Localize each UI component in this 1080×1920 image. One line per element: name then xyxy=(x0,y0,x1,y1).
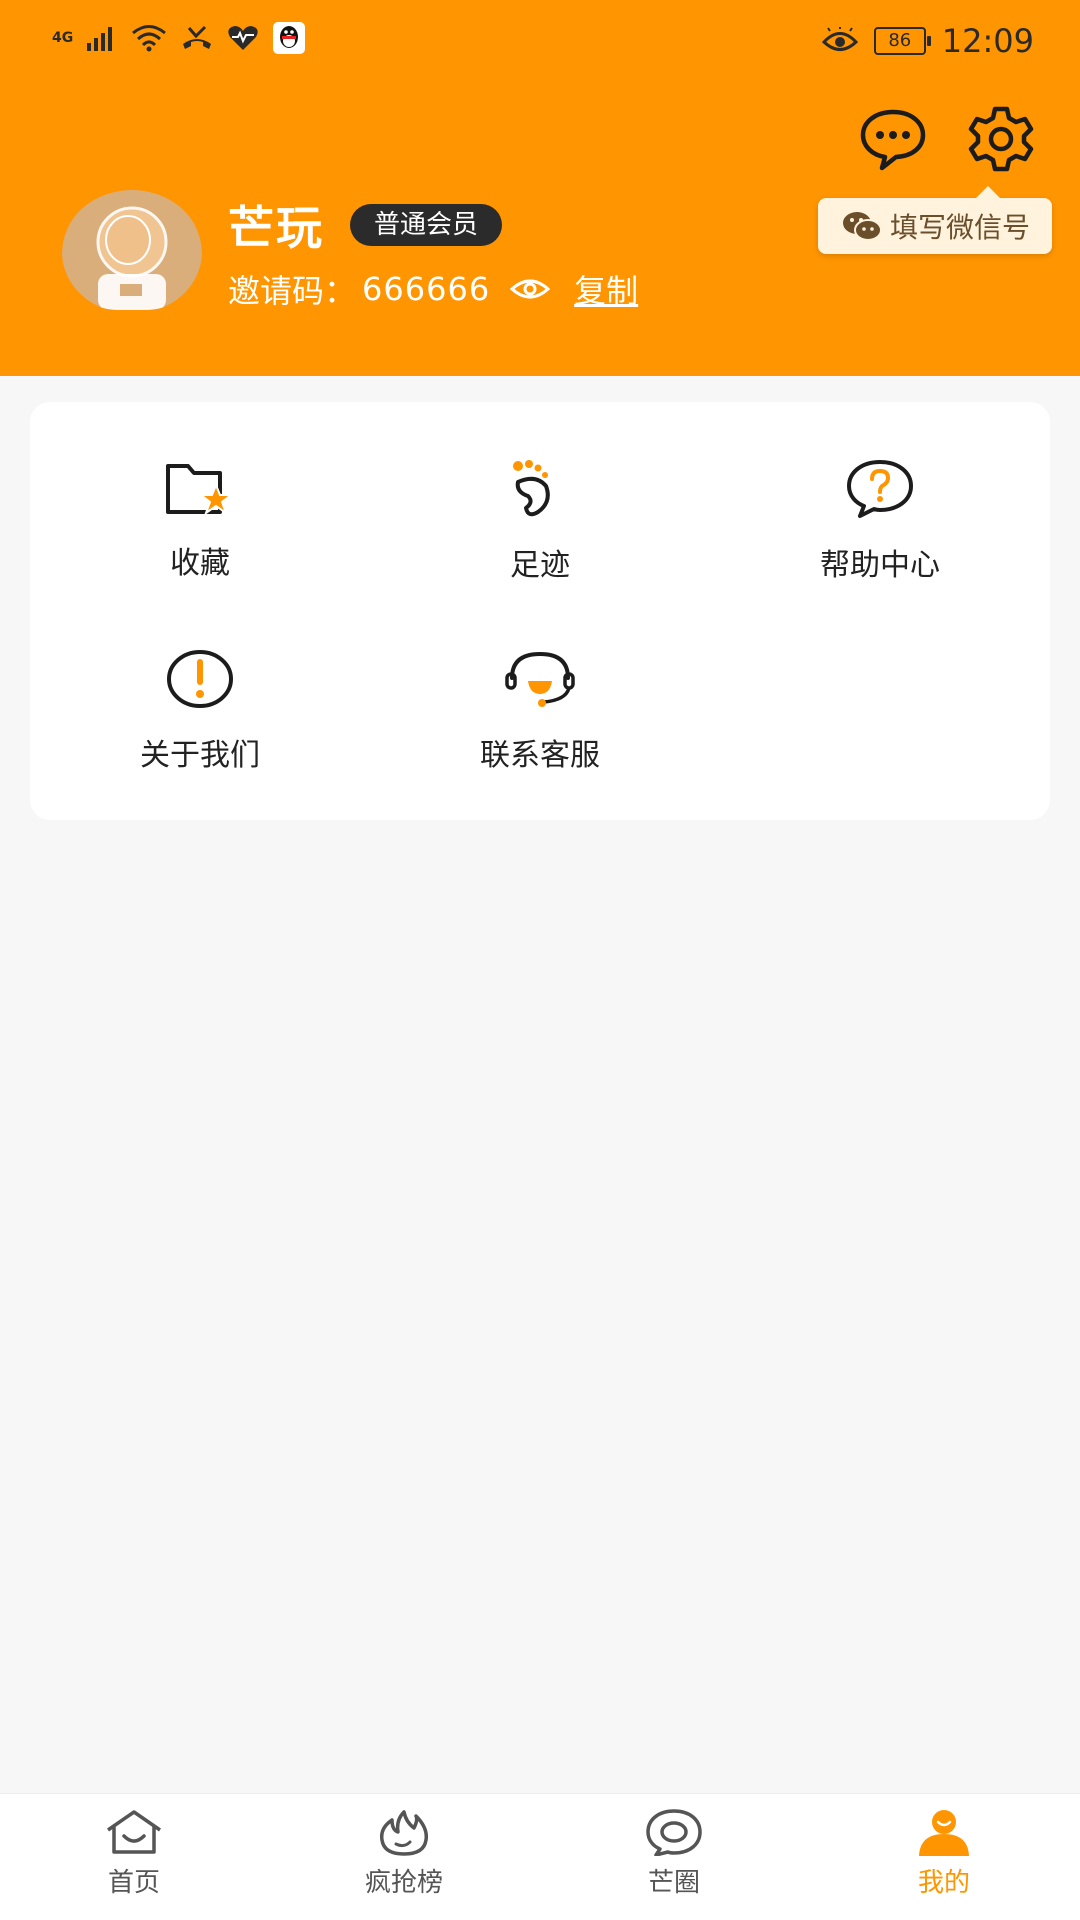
membership-badge: 普通会员 xyxy=(350,204,503,246)
menu-item-favorites[interactable]: 收藏 xyxy=(75,458,325,582)
battery-indicator: 86 xyxy=(873,27,931,55)
clock: 12:09 xyxy=(941,22,1034,60)
about-us-icon xyxy=(167,650,233,708)
tab-label: 疯抢榜 xyxy=(364,1868,443,1898)
settings-gear-icon[interactable] xyxy=(966,104,1036,174)
menu-label: 帮助中心 xyxy=(820,548,940,583)
tab-label: 芒圈 xyxy=(647,1868,700,1898)
invite-code-row: 邀请码： 666666 复制 xyxy=(228,266,638,312)
tooltip-text: 填写微信号 xyxy=(890,211,1031,244)
default-avatar-icon xyxy=(62,190,202,310)
eye-comfort-icon xyxy=(821,27,858,51)
invite-code: 666666 xyxy=(362,270,491,308)
home-icon xyxy=(107,1810,161,1854)
health-icon xyxy=(228,26,258,50)
tab-mine[interactable]: 我的 xyxy=(864,1808,1024,1899)
fire-icon xyxy=(379,1810,429,1856)
menu-label: 关于我们 xyxy=(140,738,260,773)
circle-chat-icon xyxy=(646,1809,702,1856)
tab-label: 首页 xyxy=(107,1868,160,1898)
menu-label: 足迹 xyxy=(510,548,570,583)
menu-item-help-center[interactable]: 帮助中心 xyxy=(755,458,1005,584)
tab-hot-ranking[interactable]: 疯抢榜 xyxy=(324,1808,484,1899)
username: 芒玩 xyxy=(228,201,324,255)
avatar[interactable] xyxy=(62,190,202,310)
menu-card: 收藏 足迹 帮助中心 关于我们 联系客服 xyxy=(30,402,1050,820)
menu-label: 收藏 xyxy=(170,546,230,581)
invite-label: 邀请码： xyxy=(228,272,357,310)
menu-item-footprints[interactable]: 足迹 xyxy=(415,458,665,584)
message-icon[interactable] xyxy=(858,104,928,174)
signal-icon xyxy=(87,27,113,51)
status-bar: 4G 86 12:09 xyxy=(0,0,1080,80)
customer-service-icon xyxy=(505,651,575,707)
missed-call-icon xyxy=(183,25,212,49)
bottom-tab-bar: 首页 疯抢榜 芒圈 我的 xyxy=(0,1793,1080,1920)
fill-wechat-tooltip[interactable]: 填写微信号 xyxy=(818,186,1052,254)
tab-home[interactable]: 首页 xyxy=(54,1808,214,1899)
eye-icon[interactable] xyxy=(510,275,551,303)
tab-label: 我的 xyxy=(917,1868,970,1898)
wifi-icon xyxy=(132,25,167,52)
menu-item-customer-service[interactable]: 联系客服 xyxy=(415,648,665,774)
profile-icon xyxy=(919,1810,969,1856)
help-center-icon xyxy=(847,460,913,518)
menu-label: 联系客服 xyxy=(480,738,600,773)
qq-icon xyxy=(273,22,306,54)
footprint-icon xyxy=(513,460,550,517)
copy-button[interactable]: 复制 xyxy=(574,266,638,312)
network-type: 4G xyxy=(52,30,74,46)
wechat-icon xyxy=(843,212,882,241)
menu-item-about-us[interactable]: 关于我们 xyxy=(75,648,325,774)
favorite-folder-icon xyxy=(166,464,234,516)
tab-mango-circle[interactable]: 芒圈 xyxy=(594,1808,754,1899)
